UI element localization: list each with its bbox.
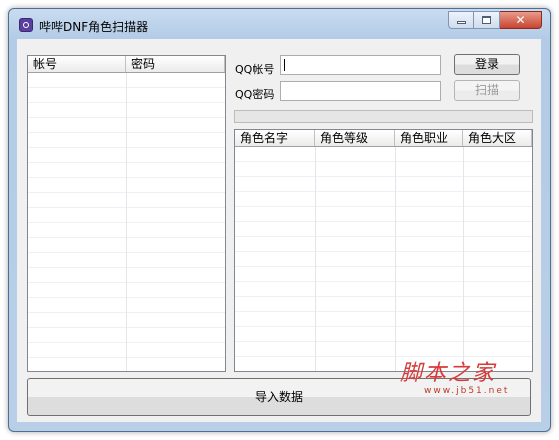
app-icon: [19, 18, 33, 32]
client-area: 帐号 密码 QQ帐号 登录 QQ密码 扫描 角色名字 角色等级 角色职业 角色大…: [17, 39, 541, 422]
qq-password-input[interactable]: [280, 81, 441, 101]
column-divider: [126, 73, 127, 371]
account-list-header: 帐号 密码: [28, 56, 225, 73]
account-list[interactable]: 帐号 密码: [27, 55, 226, 372]
scan-progress-bar: [234, 110, 533, 123]
maximize-icon[interactable]: [474, 11, 500, 29]
qq-account-label: QQ帐号: [235, 63, 275, 76]
column-header-account[interactable]: 帐号: [28, 56, 126, 72]
close-icon[interactable]: [500, 11, 542, 29]
app-window: 哔哔DNF角色扫描器 帐号 密码 QQ帐号 登录 QQ密码 扫描: [8, 8, 551, 432]
qq-account-input[interactable]: [280, 55, 441, 75]
column-divider: [315, 147, 316, 371]
role-list-rows: [235, 147, 532, 371]
column-header-role-name[interactable]: 角色名字: [235, 130, 315, 146]
column-header-role-server[interactable]: 角色大区: [463, 130, 532, 146]
column-header-role-class[interactable]: 角色职业: [395, 130, 463, 146]
caption-buttons: [448, 11, 542, 29]
minimize-icon[interactable]: [448, 11, 474, 29]
column-header-password[interactable]: 密码: [126, 56, 225, 72]
text-caret: [284, 59, 285, 71]
login-button[interactable]: 登录: [454, 54, 520, 75]
qq-password-label: QQ密码: [235, 88, 275, 101]
column-divider: [395, 147, 396, 371]
column-header-role-level[interactable]: 角色等级: [315, 130, 395, 146]
column-divider: [463, 147, 464, 371]
role-list-header: 角色名字 角色等级 角色职业 角色大区: [235, 130, 532, 147]
role-list[interactable]: 角色名字 角色等级 角色职业 角色大区: [234, 129, 533, 372]
window-title: 哔哔DNF角色扫描器: [39, 20, 149, 34]
title-bar[interactable]: 哔哔DNF角色扫描器: [9, 9, 550, 39]
import-data-button[interactable]: 导入数据: [27, 378, 531, 416]
scan-button[interactable]: 扫描: [454, 80, 520, 101]
